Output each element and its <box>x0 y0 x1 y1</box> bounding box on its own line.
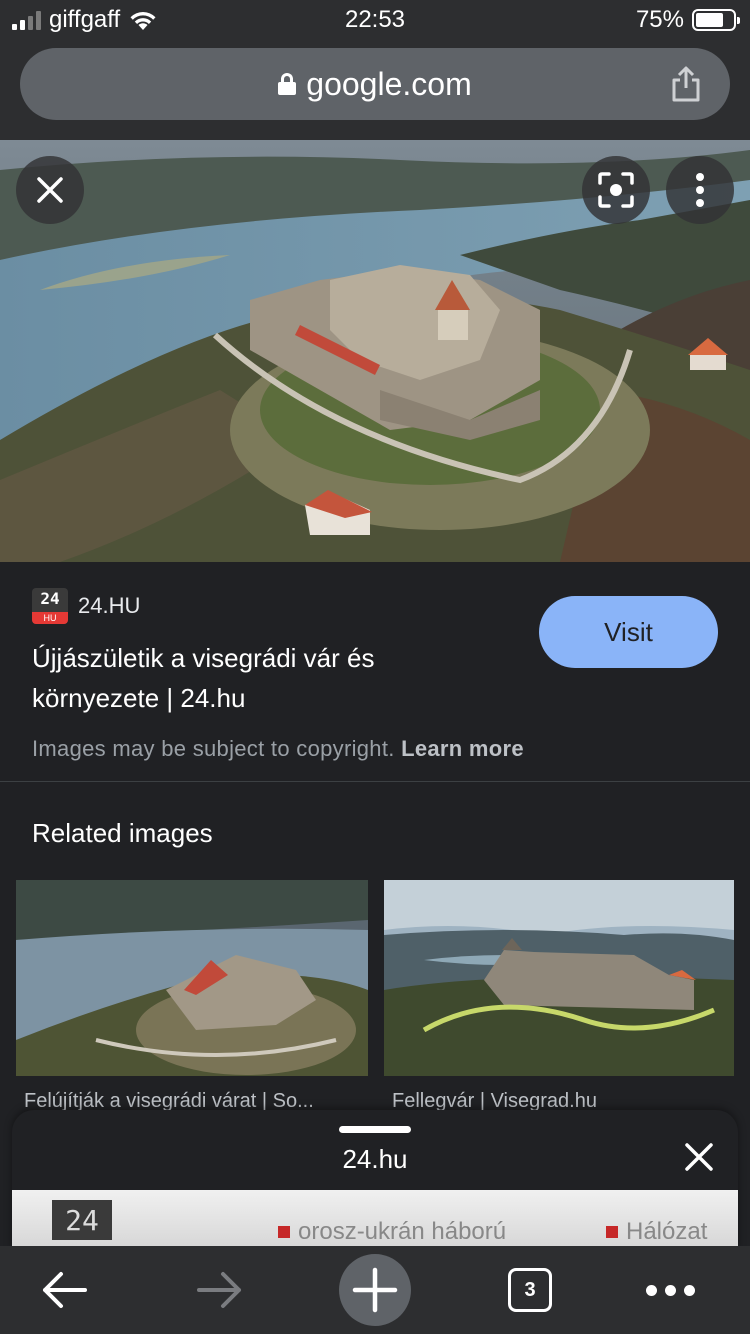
battery-icon <box>692 9 740 31</box>
more-vertical-icon <box>696 173 704 207</box>
close-icon <box>37 177 63 203</box>
preview-link-2: Hálózat <box>606 1218 707 1246</box>
lock-icon <box>278 73 297 95</box>
new-tab-button[interactable] <box>339 1254 411 1326</box>
plus-icon <box>352 1267 398 1313</box>
related-thumbnail-2 <box>384 880 734 1076</box>
menu-button[interactable] <box>636 1256 704 1324</box>
back-button[interactable] <box>30 1256 98 1324</box>
preview-link-1: orosz-ukrán háború <box>278 1218 506 1246</box>
lens-search-button[interactable] <box>582 156 650 224</box>
more-horizontal-icon <box>645 1284 695 1296</box>
related-thumbnail-1 <box>16 880 368 1076</box>
forward-button[interactable] <box>186 1256 254 1324</box>
visit-button[interactable]: Visit <box>539 596 718 668</box>
tab-switcher-button[interactable]: 3 <box>496 1256 564 1324</box>
address-bar[interactable]: google.com <box>20 48 730 120</box>
arrow-left-icon <box>43 1272 87 1308</box>
bullet-square-icon <box>278 1226 290 1238</box>
related-images-heading: Related images <box>32 818 213 848</box>
sheet-grabber-handle[interactable] <box>339 1126 411 1133</box>
sheet-title: 24.hu <box>342 1144 408 1174</box>
hero-image[interactable] <box>0 140 750 562</box>
link-preview-sheet[interactable]: 24.hu 24 orosz-ukrán háború Hálózat <box>12 1110 738 1250</box>
learn-more-link[interactable]: Learn more <box>401 736 524 761</box>
more-options-button[interactable] <box>666 156 734 224</box>
share-icon[interactable] <box>670 66 702 102</box>
battery-group: 75% <box>635 6 740 34</box>
battery-fill <box>696 13 723 27</box>
tab-count-icon: 3 <box>508 1268 552 1312</box>
image-info-panel: 24 HU 24.HU Újjászületik a visegrádi vár… <box>0 562 750 782</box>
site-favicon-icon: 24 HU <box>32 588 68 624</box>
close-image-button[interactable] <box>16 156 84 224</box>
url-display[interactable]: google.com <box>278 65 472 103</box>
bullet-square-icon <box>606 1226 618 1238</box>
sheet-close-icon[interactable] <box>682 1140 716 1174</box>
site-preview[interactable]: 24 orosz-ukrán háború Hálózat <box>12 1190 738 1250</box>
source-row[interactable]: 24 HU 24.HU <box>32 588 140 624</box>
battery-percent: 75% <box>635 6 684 33</box>
url-text: google.com <box>306 65 472 102</box>
status-bar: giffgaff 22:53 75% <box>0 0 750 42</box>
preview-logo: 24 <box>52 1200 112 1240</box>
browser-top-chrome: giffgaff 22:53 75% google.com <box>0 0 750 140</box>
related-image-2[interactable] <box>384 880 734 1076</box>
lens-icon <box>598 172 634 208</box>
arrow-right-icon <box>197 1272 241 1308</box>
result-title[interactable]: Újjászületik a visegrádi vár és környeze… <box>32 638 502 718</box>
copyright-notice: Images may be subject to copyright. Lear… <box>32 736 524 761</box>
source-name: 24.HU <box>78 593 141 618</box>
related-image-1[interactable] <box>16 880 368 1076</box>
bottom-toolbar: 3 <box>0 1246 750 1334</box>
